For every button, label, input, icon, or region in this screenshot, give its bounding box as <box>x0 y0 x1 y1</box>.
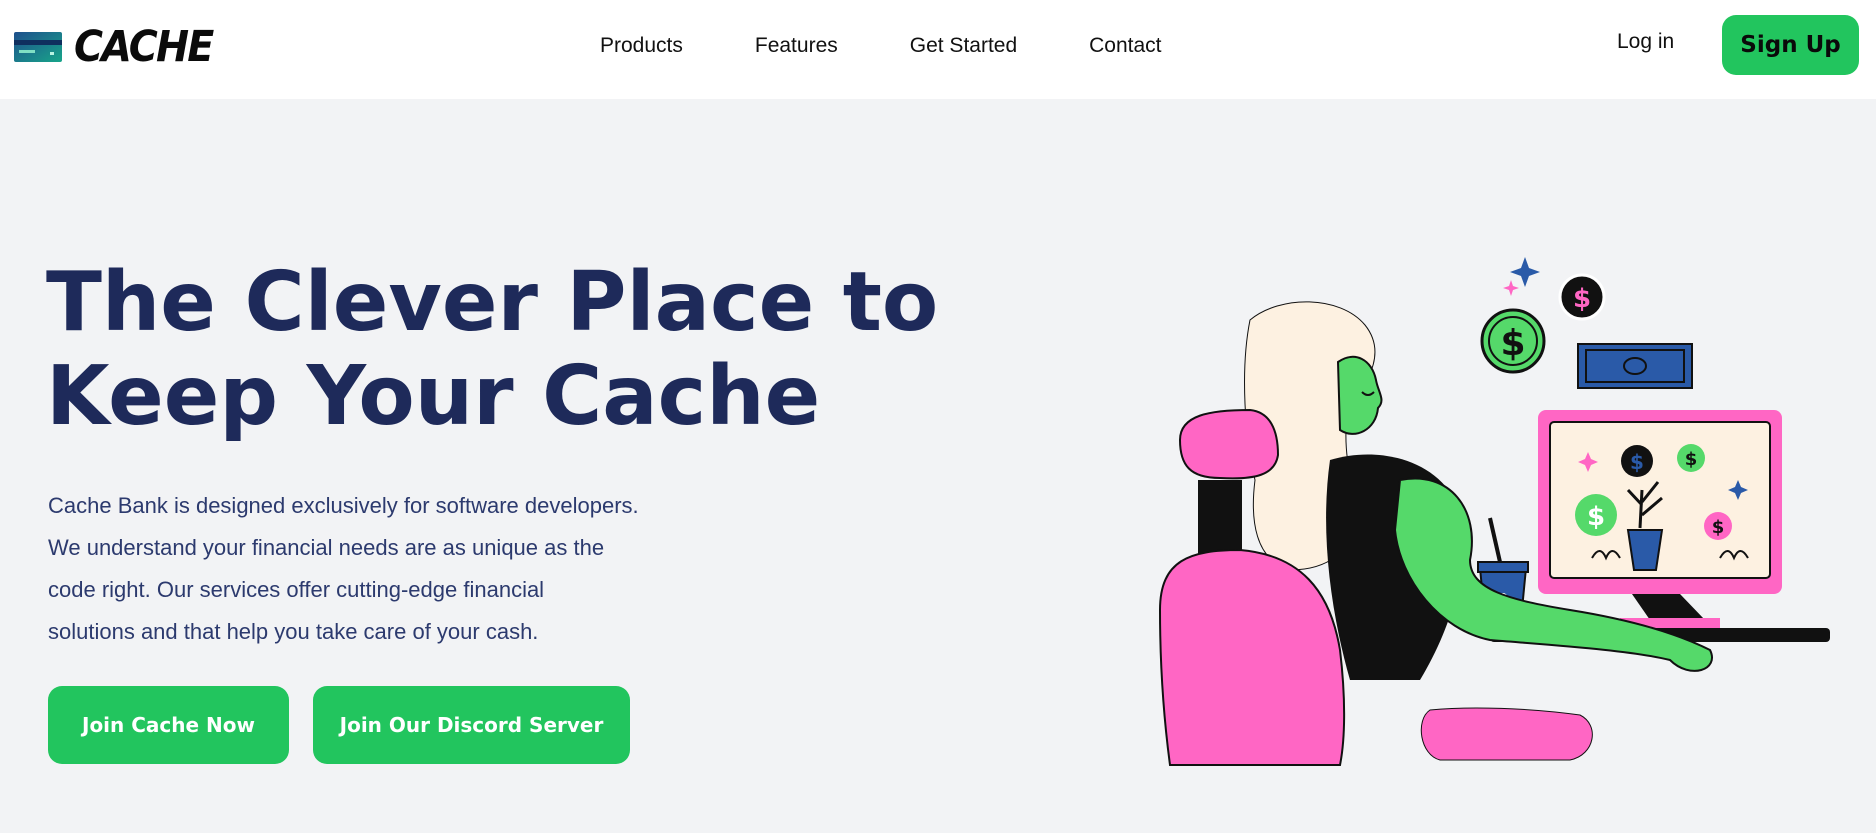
svg-text:$: $ <box>1500 323 1525 364</box>
sparkle-icon <box>1503 280 1519 296</box>
svg-text:$: $ <box>1712 517 1725 538</box>
main-nav: Products Features Get Started Contact <box>600 0 1234 92</box>
svg-text:$: $ <box>1573 284 1591 314</box>
nav-link-get-started[interactable]: Get Started <box>910 34 1017 58</box>
hero-description: Cache Bank is designed exclusively for s… <box>48 485 708 653</box>
svg-text:$: $ <box>1630 450 1644 474</box>
face <box>1336 355 1383 435</box>
nav-link-products[interactable]: Products <box>600 34 683 58</box>
chair-back <box>1158 548 1346 766</box>
hero-description-line: solutions and that help you take care of… <box>48 619 539 644</box>
join-cache-button[interactable]: Join Cache Now <box>48 686 289 764</box>
brand-logo[interactable]: CACHE <box>14 22 224 72</box>
nav-link-features[interactable]: Features <box>755 34 838 58</box>
signup-button[interactable]: Sign Up <box>1722 15 1859 75</box>
join-discord-button[interactable]: Join Our Discord Server <box>313 686 630 764</box>
hero-description-line: We understand your financial needs are a… <box>48 535 605 560</box>
sparkle-icon <box>1510 257 1540 287</box>
chair-arm <box>1420 707 1593 761</box>
svg-text:$: $ <box>1587 502 1605 532</box>
hero-description-line: Cache Bank is designed exclusively for s… <box>48 493 639 518</box>
hero-description-line: code right. Our services offer cutting-e… <box>48 577 545 602</box>
brand-name: CACHE <box>74 22 214 72</box>
woman-at-computer-illustration: $ $ $ $ $ $ <box>1158 257 1830 766</box>
top-navbar: CACHE Products Features Get Started Cont… <box>0 0 1876 99</box>
svg-text:$: $ <box>1685 449 1698 470</box>
hero-title-line: The Clever Place to <box>46 255 939 350</box>
credit-card-icon <box>14 32 62 62</box>
hero-title: The Clever Place to Keep Your Cache <box>46 256 946 444</box>
chair-headrest <box>1178 408 1280 480</box>
login-link[interactable]: Log in <box>1617 30 1674 54</box>
hero-title-line: Keep Your Cache <box>46 349 821 444</box>
nav-link-contact[interactable]: Contact <box>1089 34 1161 58</box>
